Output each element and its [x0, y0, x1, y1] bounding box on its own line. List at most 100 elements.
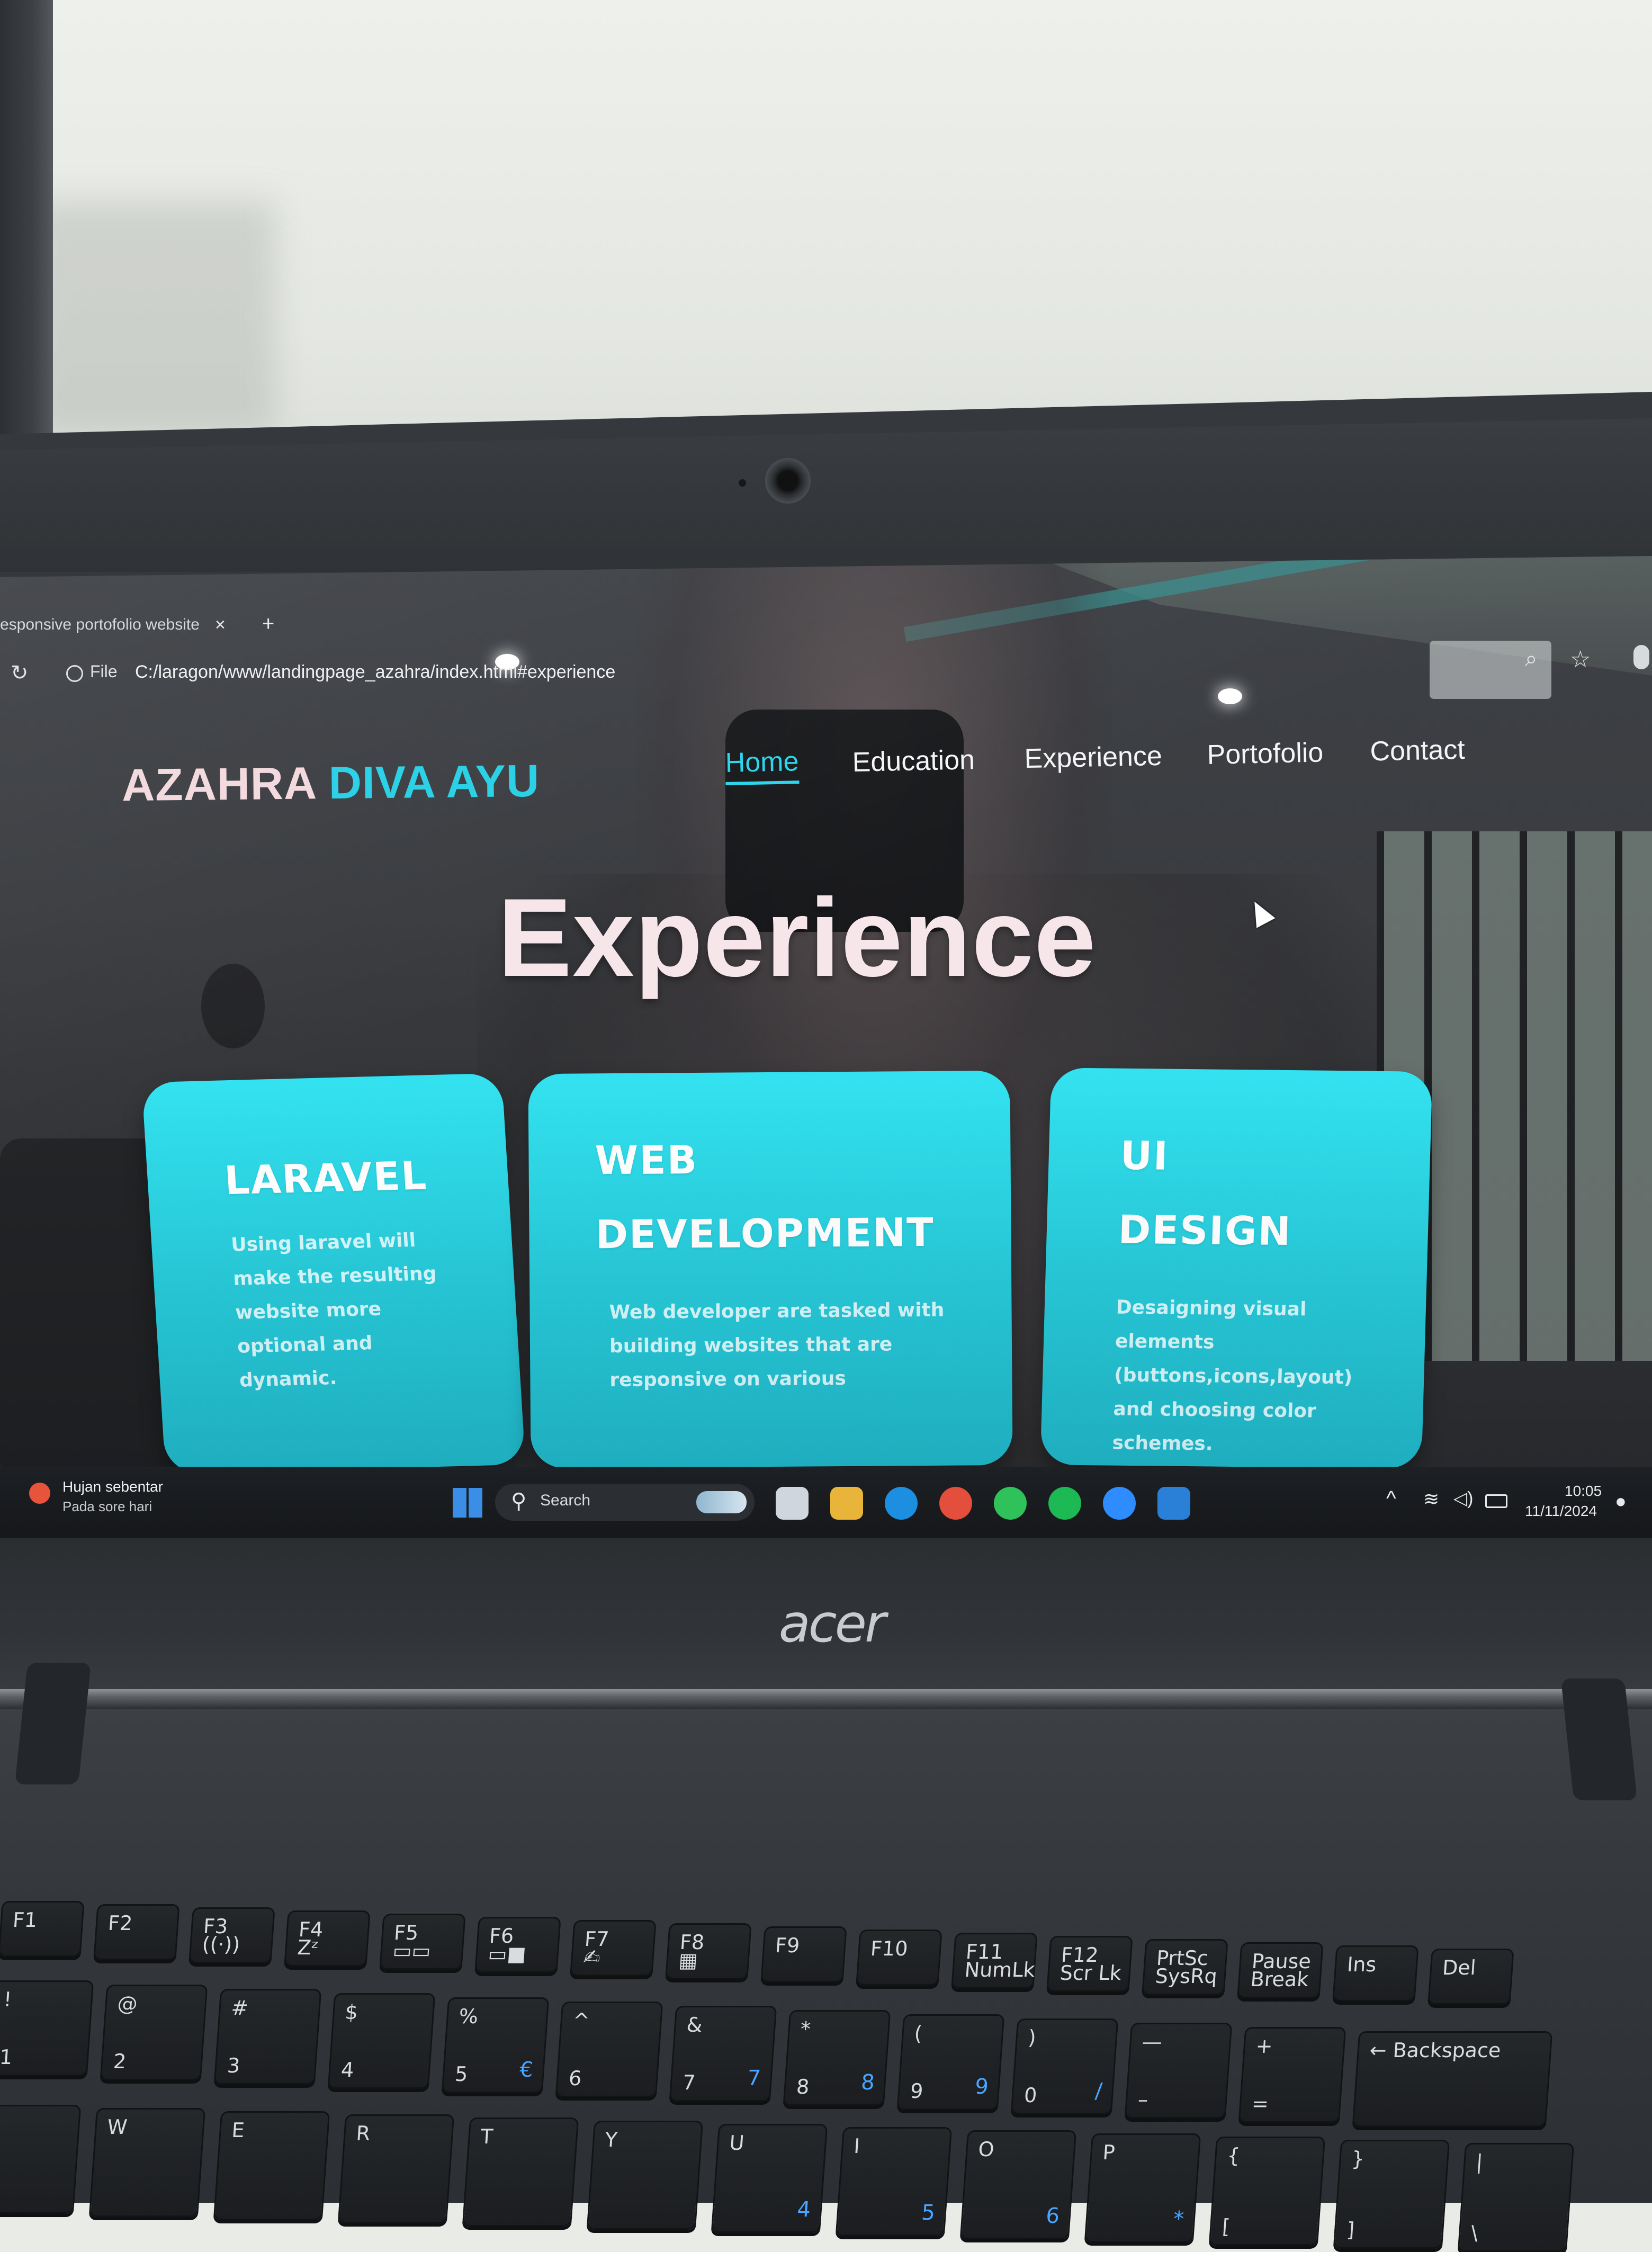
- key-letter-5[interactable]: Y: [586, 2121, 704, 2230]
- weather-title[interactable]: Hujan sebentar: [62, 1478, 163, 1495]
- battery-icon[interactable]: [1485, 1494, 1507, 1508]
- key-num-6[interactable]: & 7 7: [669, 2006, 777, 2102]
- keyboard: F1 F2 F3 ((·)) F4 Zᶻ F5 ▭▭ F6 ▭■ F7 ✍ F8 ▦ F9 F10 F11 Num…: [0, 1901, 1652, 2252]
- hinge-right: [1560, 1679, 1638, 1800]
- key-fn-11[interactable]: F12 Scr Lk: [1046, 1936, 1133, 1992]
- key-letter-0[interactable]: Q: [0, 2105, 82, 2214]
- key-num-8[interactable]: (9 9: [896, 2014, 1005, 2110]
- key-letter-9[interactable]: P *: [1084, 2133, 1201, 2242]
- key-sublabel: ]: [1345, 2218, 1355, 2241]
- experience-card-ui-design[interactable]: UI DESIGN Desaigning visual elements (bu…: [1040, 1067, 1433, 1469]
- key-sublabel: 2: [112, 2050, 127, 2073]
- weather-icon[interactable]: [29, 1483, 50, 1504]
- key-fn-12[interactable]: PrtSc SysRq: [1142, 1939, 1228, 1995]
- key-letter-10[interactable]: {[: [1208, 2137, 1326, 2246]
- wall-shadow: [32, 201, 275, 434]
- site-info-icon[interactable]: [66, 665, 83, 682]
- task-view-icon[interactable]: [776, 1487, 809, 1520]
- key-fn-0[interactable]: F1: [0, 1901, 85, 1957]
- key-num-4[interactable]: % 5 €: [441, 1997, 550, 2093]
- key-label: Del: [1441, 1956, 1477, 1979]
- key-num-9[interactable]: ) 0 /: [1010, 2018, 1119, 2114]
- notification-bell-icon[interactable]: ●: [1615, 1490, 1627, 1512]
- key-letter-4[interactable]: T: [462, 2118, 579, 2227]
- key-letter-1[interactable]: W: [88, 2108, 206, 2217]
- acer-logo: acer: [778, 1594, 886, 1654]
- key-num-11[interactable]: + =: [1238, 2027, 1346, 2123]
- volume-icon[interactable]: ◁): [1453, 1488, 1473, 1509]
- key-sublabel: 6: [568, 2067, 582, 2090]
- nav-portofolio[interactable]: Portofolio: [1207, 731, 1324, 776]
- nav-home[interactable]: Home: [724, 742, 800, 785]
- chrome-icon[interactable]: [939, 1487, 972, 1520]
- key-letter-7[interactable]: I5: [835, 2127, 953, 2236]
- key-letter-3[interactable]: R: [337, 2114, 455, 2223]
- windows-start-icon[interactable]: [453, 1488, 482, 1518]
- spotify-icon[interactable]: [1048, 1487, 1081, 1520]
- nav-education[interactable]: Education: [852, 739, 975, 784]
- key-num-12[interactable]: ← Backspace: [1352, 2031, 1553, 2127]
- webcam: [765, 458, 811, 504]
- key-fn-3[interactable]: F4 Zᶻ: [284, 1910, 371, 1967]
- browser-icon[interactable]: [1103, 1487, 1136, 1520]
- key-fn-1[interactable]: F2: [93, 1904, 180, 1960]
- site-logo[interactable]: AZAHRA DIVA AYU: [122, 755, 540, 812]
- key-label: F1: [12, 1908, 38, 1932]
- taskbar-search-input[interactable]: ⚲ Search: [495, 1484, 755, 1521]
- whatsapp-icon[interactable]: [994, 1487, 1027, 1520]
- edge-icon[interactable]: [885, 1487, 918, 1520]
- zoom-icon[interactable]: ⌕: [1525, 646, 1538, 672]
- key-label: !: [3, 1988, 13, 2011]
- clock-time[interactable]: 10:05: [1565, 1483, 1602, 1500]
- key-fn-6[interactable]: F7 ✍: [570, 1920, 657, 1976]
- wifi-icon[interactable]: ≋: [1423, 1488, 1439, 1510]
- chevron-up-icon[interactable]: ^: [1386, 1487, 1396, 1511]
- card-title: LARAVEL: [223, 1153, 429, 1204]
- key-letter-6[interactable]: U4: [711, 2124, 828, 2233]
- key-fn-13[interactable]: Pause Break: [1237, 1942, 1324, 1998]
- tab-close-icon[interactable]: ×: [215, 609, 226, 641]
- browser-tab[interactable]: esponsive portofolio website: [0, 609, 249, 641]
- key-fn-10[interactable]: F11 NumLk: [951, 1933, 1038, 1989]
- bookmark-star-icon[interactable]: ☆: [1570, 646, 1591, 673]
- profile-icon[interactable]: [1633, 645, 1649, 669]
- key-num-0[interactable]: ! 1: [0, 1980, 94, 2076]
- key-fn-14[interactable]: Ins: [1332, 1945, 1419, 2002]
- key-num-5[interactable]: ^ 6: [555, 2002, 663, 2097]
- key-label: O: [977, 2138, 995, 2161]
- key-letter-11[interactable]: }]: [1333, 2140, 1450, 2249]
- key-fn-2[interactable]: F3 ((·)): [188, 1907, 275, 1963]
- key-fn-5[interactable]: F6 ▭■: [474, 1917, 561, 1973]
- new-tab-icon[interactable]: +: [262, 609, 274, 639]
- key-num-2[interactable]: #3: [213, 1989, 322, 2085]
- search-icon: ⚲: [511, 1490, 527, 1513]
- key-label: &: [686, 2013, 703, 2036]
- key-num-10[interactable]: — –: [1124, 2023, 1233, 2119]
- key-num-1[interactable]: @2: [100, 1985, 208, 2080]
- key-fn-15[interactable]: Del: [1427, 1949, 1514, 2005]
- key-fn-9[interactable]: F10: [856, 1930, 942, 1986]
- key-letter-8[interactable]: O6: [959, 2130, 1077, 2239]
- key-letter-12[interactable]: | \: [1457, 2143, 1575, 2252]
- key-fn-8[interactable]: F9: [760, 1926, 847, 1982]
- clock-date[interactable]: 11/11/2024: [1525, 1503, 1597, 1520]
- nav-experience[interactable]: Experience: [1024, 735, 1163, 780]
- key-label: (: [913, 2022, 923, 2045]
- reload-icon[interactable]: ↻: [11, 661, 29, 685]
- key-num-7[interactable]: * 8 8: [783, 2010, 891, 2106]
- nav-contact[interactable]: Contact: [1370, 729, 1466, 773]
- experience-card-web-development[interactable]: WEB DEVELOPMENT Web developer are tasked…: [528, 1070, 1013, 1469]
- key-label: }: [1351, 2147, 1366, 2170]
- experience-card-laravel[interactable]: LARAVEL Using laravel will make the resu…: [141, 1073, 526, 1474]
- section-title: Experience: [498, 875, 1097, 1000]
- key-letter-2[interactable]: E: [213, 2111, 330, 2220]
- key-numpad-label: 9: [974, 2075, 990, 2099]
- key-sublabel: 8: [795, 2075, 810, 2098]
- key-fn-4[interactable]: F5 ▭▭: [379, 1914, 466, 1970]
- url-input[interactable]: C:/laragon/www/landingpage_azahra/index.…: [135, 662, 615, 683]
- key-fn-7[interactable]: F8 ▦: [665, 1923, 752, 1979]
- key-num-3[interactable]: $4: [327, 1993, 436, 2089]
- vscode-icon[interactable]: [1157, 1487, 1190, 1520]
- key-numpad-label: *: [1172, 2207, 1185, 2231]
- file-explorer-icon[interactable]: [830, 1487, 863, 1520]
